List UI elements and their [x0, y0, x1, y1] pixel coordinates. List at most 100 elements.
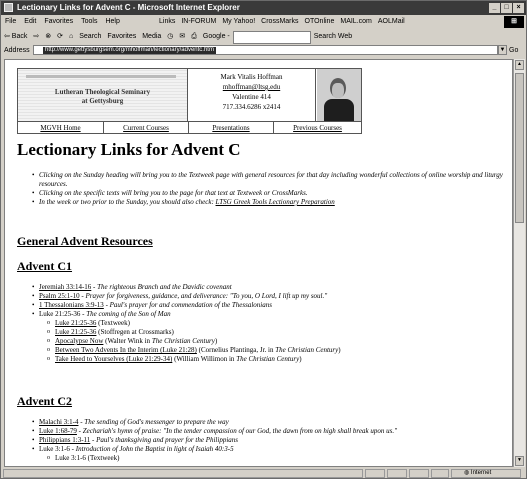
general-resources-heading[interactable]: General Advent Resources	[17, 234, 153, 249]
reading-link[interactable]: Luke 1:68-79	[39, 427, 77, 435]
forward-button[interactable]: ⇨	[30, 30, 42, 40]
advent-c1-list: Jeremiah 33:14-16 - The righteous Branch…	[32, 283, 509, 364]
toolbar: ⇦ Back ⇨ ⊗ ⟳ ⌂ Search Favorites Media ◷ ✉ ⎙ Google …	[1, 30, 526, 44]
author-photo	[317, 69, 361, 121]
list-item: 1 Thessalonians 3:9-13 - Paul's prayer f…	[32, 301, 509, 310]
reading-link[interactable]: Psalm 25:1-10	[39, 292, 80, 300]
menu-file[interactable]: File	[1, 16, 20, 25]
nav-previous-courses[interactable]: Previous Courses	[274, 124, 361, 132]
close-button[interactable]: ×	[513, 3, 524, 13]
address-label: Address	[4, 47, 30, 54]
resource-link[interactable]: Luke 21:25-36	[55, 328, 96, 336]
advent-c2-heading[interactable]: Advent C2	[17, 394, 72, 409]
back-button[interactable]: ⇦ Back	[1, 30, 30, 40]
sub-item: Luke 21:25-36 (Textweek)	[47, 319, 509, 328]
header-table: Lutheran Theological Seminary at Gettysb…	[17, 68, 362, 134]
page-title: Lectionary Links for Advent C	[17, 140, 241, 159]
logo-line2: at Gettysburg	[81, 97, 124, 105]
header-nav: MGVH Home Current Courses Presentations …	[18, 121, 361, 134]
author-name: Mark Vitalis Hoffman	[220, 73, 283, 81]
scroll-down-icon[interactable]: ▼	[515, 456, 524, 466]
windows-logo-icon: ⊞	[504, 16, 524, 28]
scroll-up-icon[interactable]: ▲	[515, 60, 524, 70]
link-otonline[interactable]: OTOnline	[302, 16, 338, 25]
mail-icon[interactable]: ✉	[176, 30, 188, 40]
google-label: Google -	[202, 33, 230, 40]
resource-text[interactable]: Luke 3:1-6	[55, 454, 86, 462]
email-link[interactable]: mhoffman@ltsg.edu	[188, 82, 315, 92]
menu-edit[interactable]: Edit	[20, 16, 40, 25]
phone: 717.334.6286 x2414	[222, 103, 281, 111]
sub-item: Take Heed to Yourselves (Luke 21:29-34) …	[47, 355, 509, 364]
globe-icon: ◍	[464, 470, 471, 476]
greek-tools-link[interactable]: LTSG Greek Tools Lectionary Preparation	[216, 198, 335, 206]
sub-item: Apocalypse Now (Walter Wink in The Chris…	[47, 337, 509, 346]
resource-link[interactable]: Apocalypse Now	[55, 337, 103, 345]
minimize-button[interactable]: _	[489, 3, 500, 13]
refresh-icon[interactable]: ⟳	[54, 30, 66, 40]
menu-favorites[interactable]: Favorites	[40, 16, 77, 25]
link-crossmarks[interactable]: CrossMarks	[258, 16, 301, 25]
reading-link[interactable]: Philippians 1:3-11	[39, 436, 90, 444]
links-bar: Links IN-FORUM My Yahoo! CrossMarks OTOnline…	[156, 16, 408, 25]
home-icon[interactable]: ⌂	[66, 31, 76, 40]
internet-zone: ◍ Internet	[451, 469, 521, 478]
sub-list: Luke 3:1-6 (Textweek)	[39, 454, 509, 463]
intro-list: Clicking on the Sunday heading will brin…	[32, 171, 509, 207]
browser-window: Lectionary Links for Advent C - Microsof…	[0, 0, 527, 479]
seminary-logo[interactable]: Lutheran Theological Seminary at Gettysb…	[18, 69, 188, 121]
resource-link[interactable]: Take Heed to Yourselves (Luke 21:29-34)	[55, 355, 172, 363]
list-item: Luke 1:68-79 - Zechariah's hymn of prais…	[32, 427, 509, 436]
vertical-scrollbar[interactable]: ▲ ▼	[513, 59, 525, 467]
list-item: Philippians 1:3-11 - Paul's thanksgiving…	[32, 436, 509, 445]
favorites-button[interactable]: Favorites	[104, 31, 139, 40]
stop-icon[interactable]: ⊗	[42, 30, 54, 40]
logo-line1: Lutheran Theological Seminary	[54, 88, 151, 96]
list-item: Luke 21:25-36 - The coming of the Son of…	[32, 310, 509, 364]
search-button[interactable]: Search	[76, 31, 104, 40]
list-item: Psalm 25:1-10 - Prayer for forgiveness, …	[32, 292, 509, 301]
scroll-thumb[interactable]	[515, 73, 524, 223]
advent-c1-heading[interactable]: Advent C1	[17, 259, 72, 274]
list-item: Jeremiah 33:14-16 - The righteous Branch…	[32, 283, 509, 292]
address-input[interactable]: http://www.gettysburgsem.org/mhoffman/le…	[33, 45, 498, 55]
menu-bar: File Edit Favorites Tools Help Links IN-FORUM…	[1, 16, 526, 28]
nav-presentations[interactable]: Presentations	[189, 124, 273, 132]
reading-link[interactable]: Malachi 3:1-4	[39, 418, 78, 426]
ie-logo-icon	[4, 3, 13, 12]
link-my-yahoo[interactable]: My Yahoo!	[219, 16, 258, 25]
resource-link[interactable]: Between Two Advents In the Interim (Luke…	[55, 346, 197, 354]
address-bar: Address http://www.gettysburgsem.org/mho…	[1, 44, 526, 57]
address-dropdown-icon[interactable]: ▼	[498, 45, 507, 55]
reading-link[interactable]: 1 Thessalonians 3:9-13	[39, 301, 104, 309]
sub-item: Between Two Advents In the Interim (Luke…	[47, 346, 509, 355]
link-mail-com[interactable]: MAIL.com	[337, 16, 375, 25]
google-search-input[interactable]	[232, 31, 311, 44]
history-icon[interactable]: ◷	[164, 30, 176, 40]
intro-item: Clicking on the Sunday heading will brin…	[32, 171, 509, 189]
advent-c2-list: Malachi 3:1-4 - The sending of God's mes…	[32, 418, 509, 463]
sub-item: Luke 3:1-6 (Textweek)	[47, 454, 509, 463]
status-bar: ◍ Internet	[1, 468, 526, 478]
sub-list: Luke 21:25-36 (Textweek) Luke 21:25-36 (…	[39, 319, 509, 364]
reading-text: Luke 21:25-36	[39, 310, 81, 318]
media-button[interactable]: Media	[139, 31, 164, 40]
menu-help[interactable]: Help	[101, 16, 123, 25]
search-web-button[interactable]: Search Web	[311, 31, 355, 40]
go-button[interactable]: Go	[509, 47, 518, 54]
window-title: Lectionary Links for Advent C - Microsof…	[17, 3, 240, 12]
menu-tools[interactable]: Tools	[77, 16, 101, 25]
resource-link[interactable]: Luke 21:25-36	[55, 319, 96, 327]
title-bar: Lectionary Links for Advent C - Microsof…	[1, 1, 526, 15]
maximize-button[interactable]: □	[501, 3, 512, 13]
intro-item: In the week or two prior to the Sunday, …	[32, 198, 509, 207]
reading-link[interactable]: Jeremiah 33:14-16	[39, 283, 91, 291]
office: Valentine 414	[232, 93, 271, 101]
link-in-forum[interactable]: IN-FORUM	[178, 16, 219, 25]
link-aolmail[interactable]: AOLMail	[375, 16, 408, 25]
links-label: Links	[159, 18, 176, 25]
nav-current-courses[interactable]: Current Courses	[104, 124, 188, 132]
print-icon[interactable]: ⎙	[188, 31, 200, 41]
list-item: Luke 3:1-6 - Introduction of John the Ba…	[32, 445, 509, 463]
nav-mgvh-home[interactable]: MGVH Home	[18, 124, 103, 132]
